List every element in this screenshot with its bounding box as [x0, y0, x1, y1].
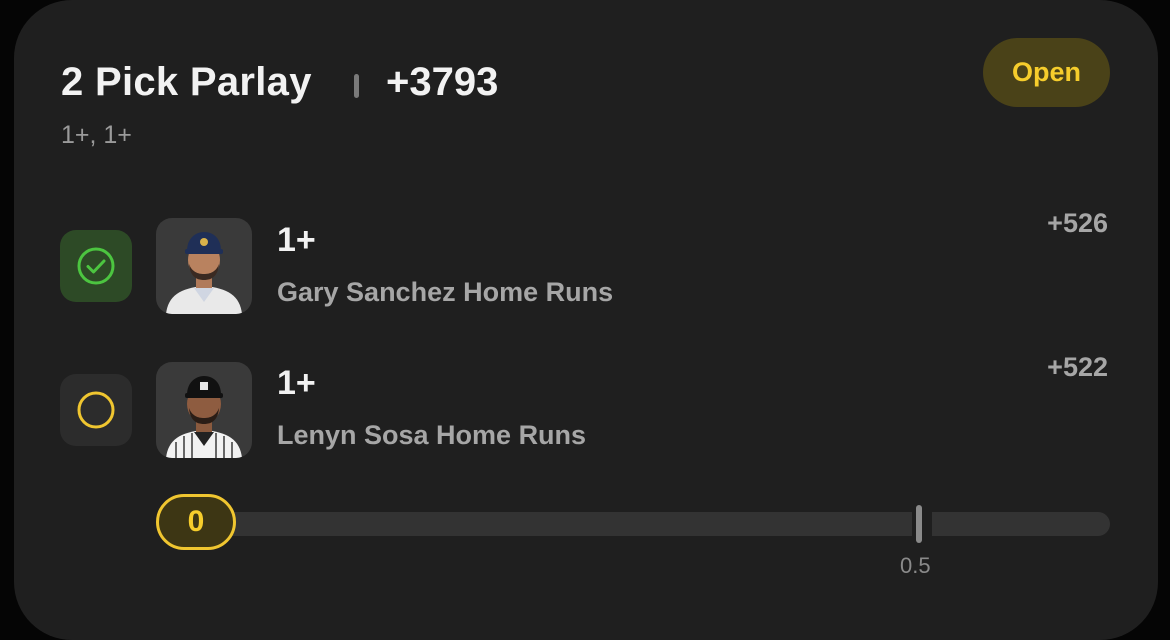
player-headshot-icon	[166, 232, 242, 314]
progress-value: 0	[187, 505, 205, 538]
status-badge: Open	[983, 38, 1110, 107]
status-badge-label: Open	[1011, 57, 1081, 87]
progress-value-pill: 0	[156, 494, 236, 550]
leg-market: Lenyn Sosa Home Runs	[277, 420, 587, 450]
leg-odds: +522	[1047, 352, 1108, 382]
leg-line: 1+	[277, 364, 316, 402]
threshold-label: 0.5	[900, 553, 931, 578]
progress-track	[190, 512, 1110, 536]
leg-market: Gary Sanchez Home Runs	[277, 277, 614, 307]
parlay-odds: +3793	[386, 60, 499, 104]
player-headshot-icon	[166, 376, 242, 458]
player-avatar-gary-sanchez	[156, 218, 252, 314]
threshold-marker	[916, 505, 922, 543]
parlay-subtitle: 1+, 1+	[61, 121, 132, 149]
check-circle-icon	[77, 247, 115, 285]
empty-circle-icon	[77, 391, 115, 429]
leg-status-won	[60, 230, 132, 302]
parlay-title: 2 Pick Parlay	[61, 60, 312, 104]
leg-line: 1+	[277, 221, 316, 259]
leg-odds: +526	[1047, 208, 1108, 238]
title-divider	[354, 74, 359, 98]
leg-status-pending	[60, 374, 132, 446]
player-avatar-lenyn-sosa	[156, 362, 252, 458]
